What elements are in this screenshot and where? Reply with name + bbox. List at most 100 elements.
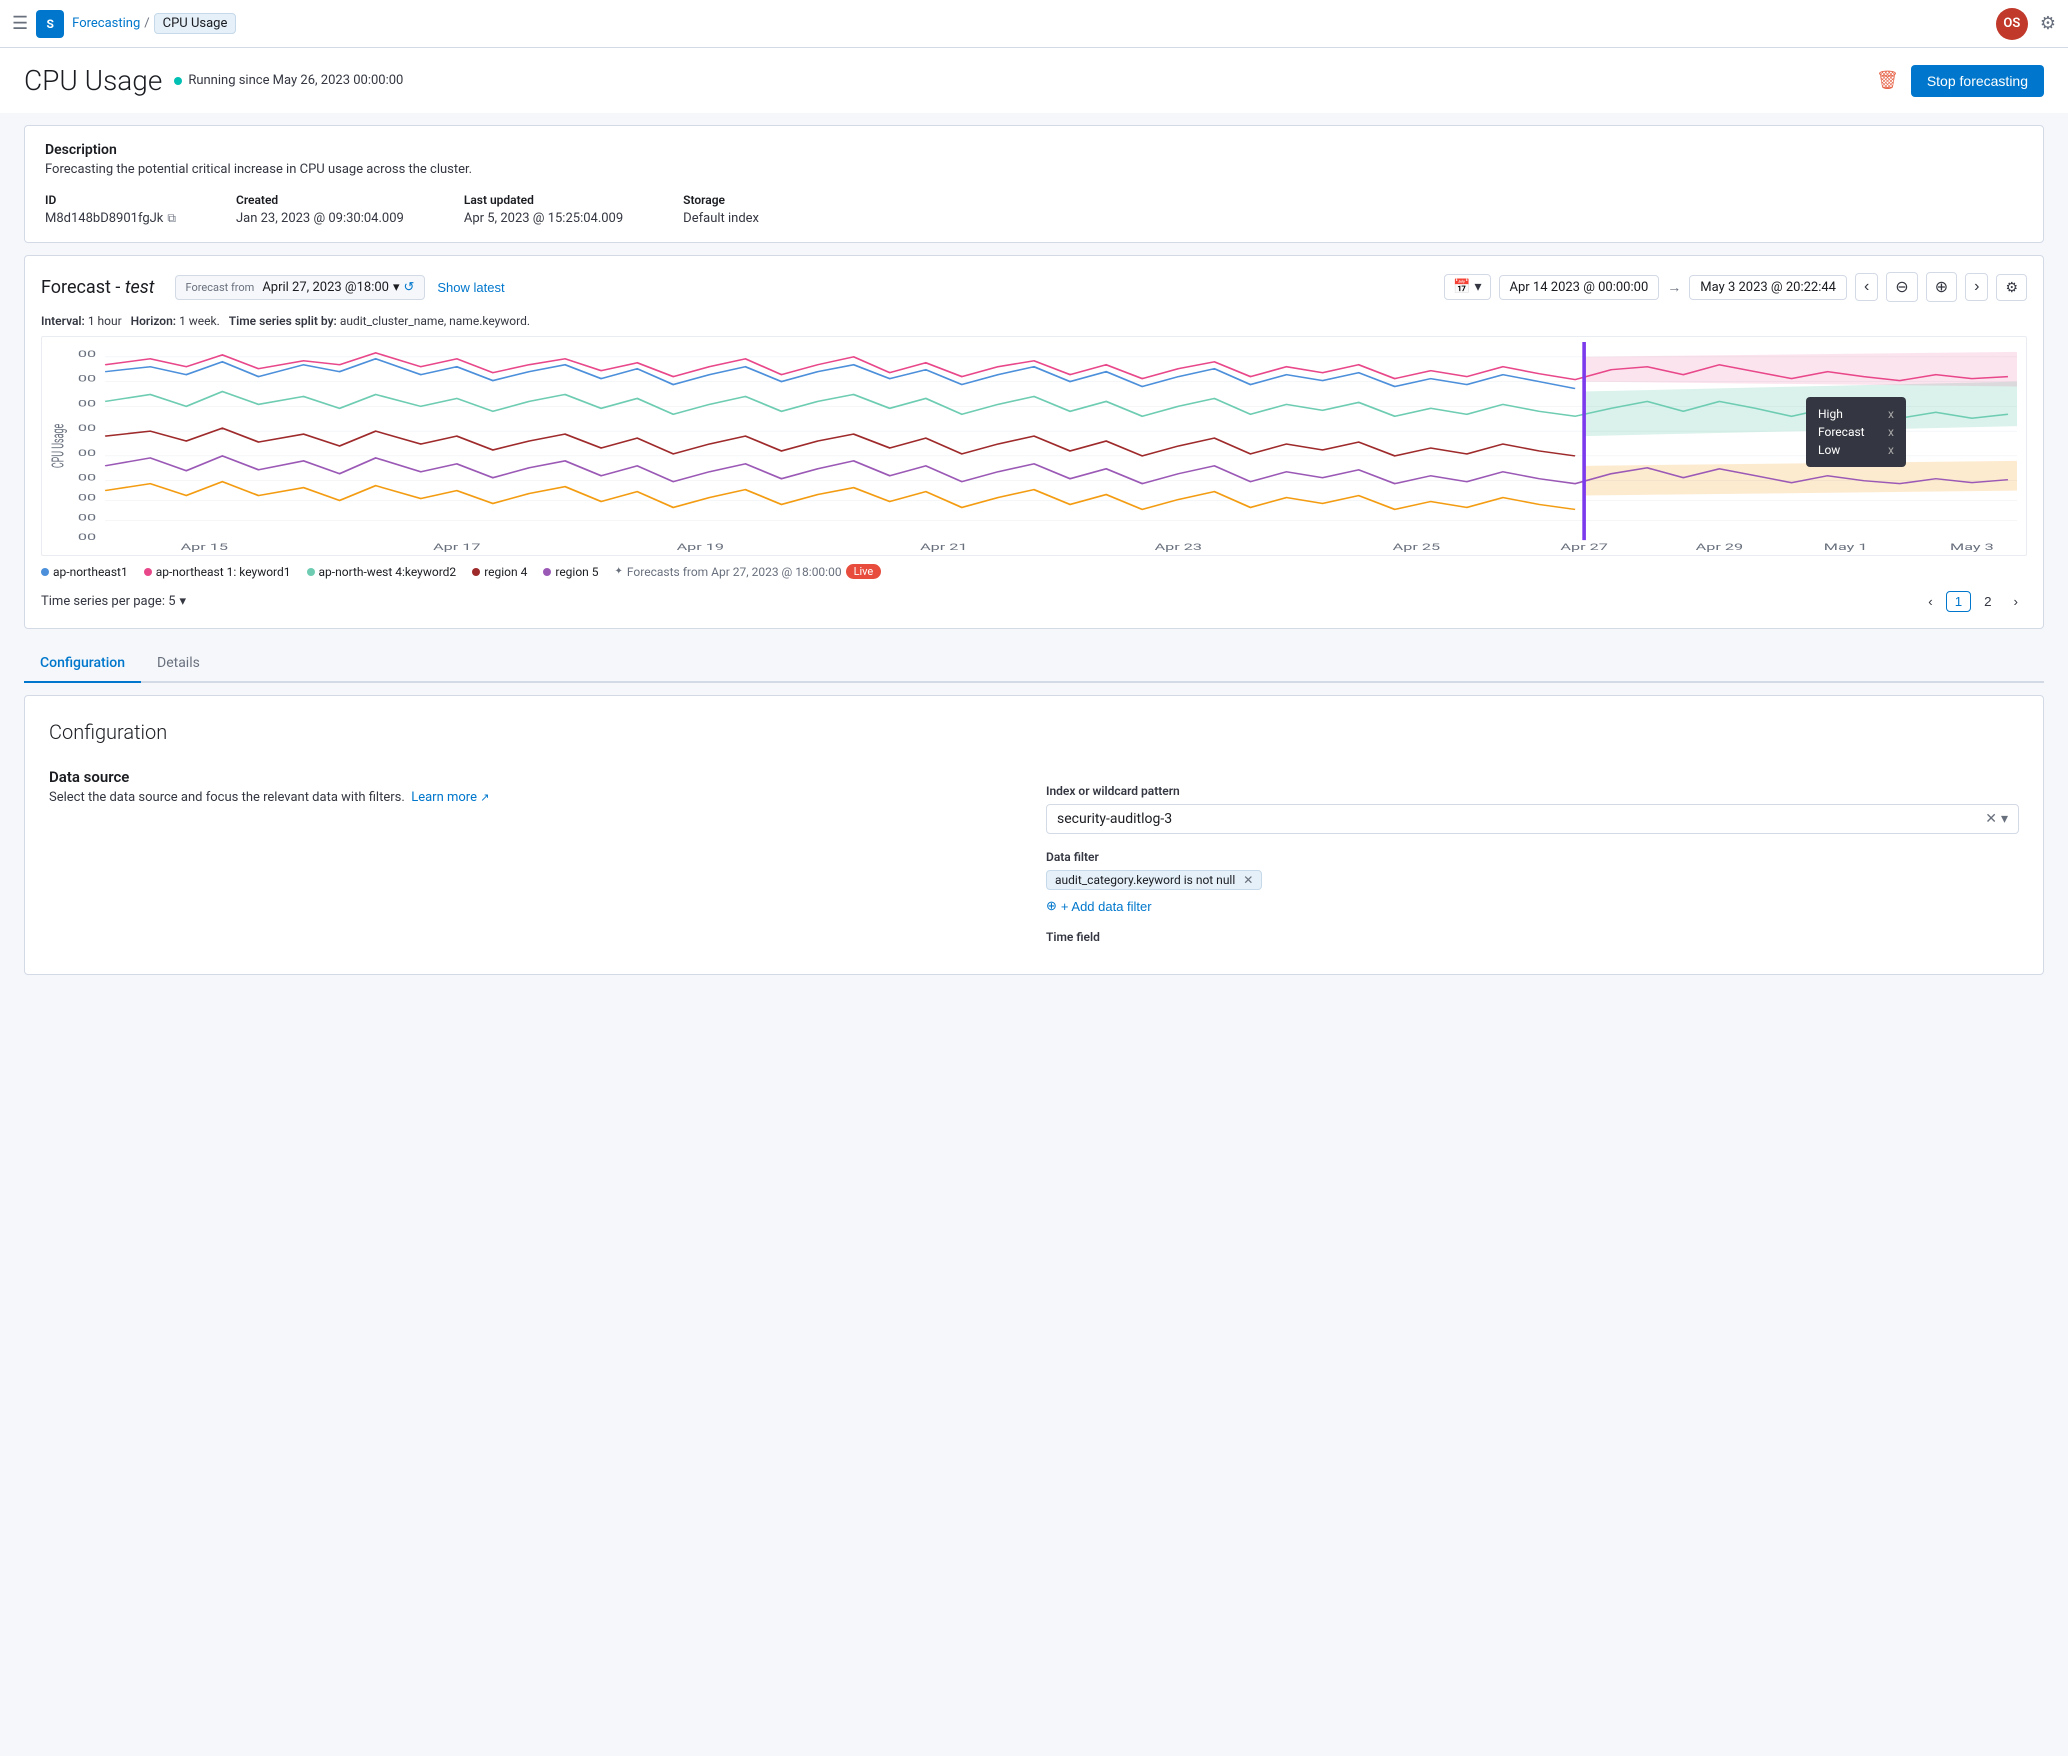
tab-configuration[interactable]: Configuration [24, 645, 141, 683]
plus-circle-icon: ⊕ [1046, 898, 1057, 914]
config-title: Configuration [49, 720, 2019, 744]
split-label: Time series split by: [229, 314, 337, 328]
chart-tooltip: High x Forecast x Low x [1806, 397, 1906, 467]
running-badge: Running since May 26, 2023 00:00:00 [174, 73, 403, 88]
chevron-down-icon-index: ▾ [2001, 811, 2008, 827]
tooltip-low-close[interactable]: x [1888, 443, 1894, 457]
avatar[interactable]: OS [1996, 8, 2028, 40]
svg-text:May 1: May 1 [1824, 543, 1868, 553]
interval-label: Interval: [41, 314, 85, 328]
tooltip-forecast-row: Forecast x [1818, 423, 1894, 441]
svg-text:Apr 25: Apr 25 [1393, 543, 1440, 553]
date-range: 📅 ▾ Apr 14 2023 @ 00:00:00 → May 3 2023 … [1444, 272, 2027, 302]
breadcrumb-link-forecasting[interactable]: Forecasting [72, 16, 140, 31]
tooltip-low-label: Low [1818, 443, 1840, 457]
legend-dot-0 [41, 568, 49, 576]
config-grid: Data source Select the data source and f… [49, 768, 2019, 950]
index-value: security-auditlog-3 [1057, 811, 1172, 827]
updated-label: Last updated [464, 193, 623, 207]
description-title: Description [45, 142, 2023, 158]
learn-more-link[interactable]: Learn more [411, 790, 477, 805]
meta-updated: Last updated Apr 5, 2023 @ 15:25:04.009 [464, 193, 623, 226]
tooltip-low-row: Low x [1818, 441, 1894, 459]
tabs-bar: Configuration Details [24, 645, 2044, 683]
svg-text:Apr 17: Apr 17 [433, 543, 480, 553]
filter-remove-icon[interactable]: ✕ [1243, 873, 1253, 887]
description-text: Forecasting the potential critical incre… [45, 162, 2023, 177]
filter-value: audit_category.keyword is not null [1055, 873, 1235, 887]
chevron-down-icon: ▾ [393, 280, 400, 295]
tooltip-forecast-close[interactable]: x [1888, 425, 1894, 439]
chart-area: 00 00 00 00 00 00 00 00 00 CPU Usage Apr… [41, 336, 2027, 556]
forecast-from-pill[interactable]: Forecast from April 27, 2023 @18:00 ▾ ↺ [175, 275, 426, 300]
forecast-from-value: April 27, 2023 @18:00 [262, 280, 389, 295]
per-page-selector[interactable]: Time series per page: 5 ▾ [41, 594, 186, 609]
meta-storage: Storage Default index [683, 193, 759, 226]
svg-text:Apr 21: Apr 21 [920, 543, 967, 553]
page-next-button[interactable]: › [2005, 591, 2027, 612]
id-value: M8d148bD8901fgJk ⧉ [45, 211, 176, 226]
running-dot [174, 77, 182, 85]
legend-item-3: region 4 [472, 565, 527, 579]
legend-item-0: ap-northeast1 [41, 565, 128, 579]
stop-forecasting-button[interactable]: Stop forecasting [1911, 65, 2044, 97]
svg-text:00: 00 [78, 493, 96, 503]
hamburger-icon[interactable]: ☰ [12, 13, 28, 34]
legend-dot-2 [307, 568, 315, 576]
copy-icon[interactable]: ⧉ [167, 211, 176, 226]
page-header-left: CPU Usage Running since May 26, 2023 00:… [24, 64, 403, 97]
svg-text:CPU Usage: CPU Usage [50, 424, 69, 468]
page-1-button[interactable]: 1 [1946, 591, 1971, 612]
zoom-in-button[interactable]: ⊕ [1926, 272, 1957, 302]
legend-item-1: ap-northeast 1: keyword1 [144, 565, 291, 579]
meta-row: ID M8d148bD8901fgJk ⧉ Created Jan 23, 20… [45, 193, 2023, 226]
created-value: Jan 23, 2023 @ 09:30:04.009 [236, 211, 404, 226]
data-source-desc: Select the data source and focus the rel… [49, 790, 1022, 805]
tab-details[interactable]: Details [141, 645, 216, 683]
settings-icon[interactable]: ⚙ [2040, 13, 2056, 34]
page-2-button[interactable]: 2 [1975, 591, 2000, 612]
next-date-button[interactable]: › [1965, 273, 1988, 301]
svg-text:00: 00 [78, 473, 96, 483]
refresh-icon: ↺ [403, 280, 414, 295]
zoom-out-button[interactable]: ⊖ [1886, 272, 1917, 302]
date-to-input[interactable]: May 3 2023 @ 20:22:44 [1689, 275, 1847, 300]
page-prev-button[interactable]: ‹ [1919, 591, 1941, 612]
per-page-label: Time series per page: 5 [41, 594, 176, 609]
svg-text:May 3: May 3 [1950, 543, 1994, 553]
breadcrumb: Forecasting / CPU Usage [72, 13, 236, 34]
show-latest-button[interactable]: Show latest [437, 280, 504, 295]
legend-label-0: ap-northeast1 [53, 565, 128, 579]
tooltip-high-row: High x [1818, 405, 1894, 423]
interval-info: Interval: 1 hour Horizon: 1 week. Time s… [41, 314, 2027, 328]
legend-label-2: ap-north-west 4:keyword2 [319, 565, 457, 579]
svg-text:00: 00 [78, 448, 96, 458]
config-right: Index or wildcard pattern security-audit… [1046, 768, 2019, 950]
clear-icon[interactable]: ✕ [1985, 811, 1997, 827]
description-card: Description Forecasting the potential cr… [24, 125, 2044, 243]
index-label: Index or wildcard pattern [1046, 784, 2019, 798]
svg-text:Apr 27: Apr 27 [1560, 543, 1607, 553]
legend-forecasts: ✦ Forecasts from Apr 27, 2023 @ 18:00:00… [615, 564, 882, 579]
external-link-icon: ↗ [480, 791, 489, 804]
delete-button[interactable]: 🗑 [1876, 70, 1899, 91]
date-from-input[interactable]: Apr 14 2023 @ 00:00:00 [1499, 275, 1660, 300]
svg-text:00: 00 [78, 399, 96, 409]
created-label: Created [236, 193, 404, 207]
calendar-button[interactable]: 📅 ▾ [1444, 274, 1490, 300]
prev-date-button[interactable]: ‹ [1855, 273, 1878, 301]
chart-legend: ap-northeast1 ap-northeast 1: keyword1 a… [41, 564, 2027, 579]
chevron-down-icon-cal: ▾ [1474, 279, 1481, 295]
tooltip-high-close[interactable]: x [1888, 407, 1894, 421]
add-filter-button[interactable]: ⊕ + Add data filter [1046, 898, 1152, 914]
pagination-row: Time series per page: 5 ▾ ‹ 1 2 › [41, 591, 2027, 612]
filter-tag: audit_category.keyword is not null ✕ [1046, 870, 1262, 890]
svg-text:00: 00 [78, 374, 96, 384]
meta-created: Created Jan 23, 2023 @ 09:30:04.009 [236, 193, 404, 226]
config-left: Data source Select the data source and f… [49, 768, 1022, 950]
top-nav: ☰ S Forecasting / CPU Usage OS ⚙ [0, 0, 2068, 48]
meta-id: ID M8d148bD8901fgJk ⧉ [45, 193, 176, 226]
chart-settings-button[interactable]: ⚙ [1996, 274, 2027, 301]
index-input[interactable]: security-auditlog-3 ✕ ▾ [1046, 804, 2019, 834]
svg-text:00: 00 [78, 349, 96, 359]
